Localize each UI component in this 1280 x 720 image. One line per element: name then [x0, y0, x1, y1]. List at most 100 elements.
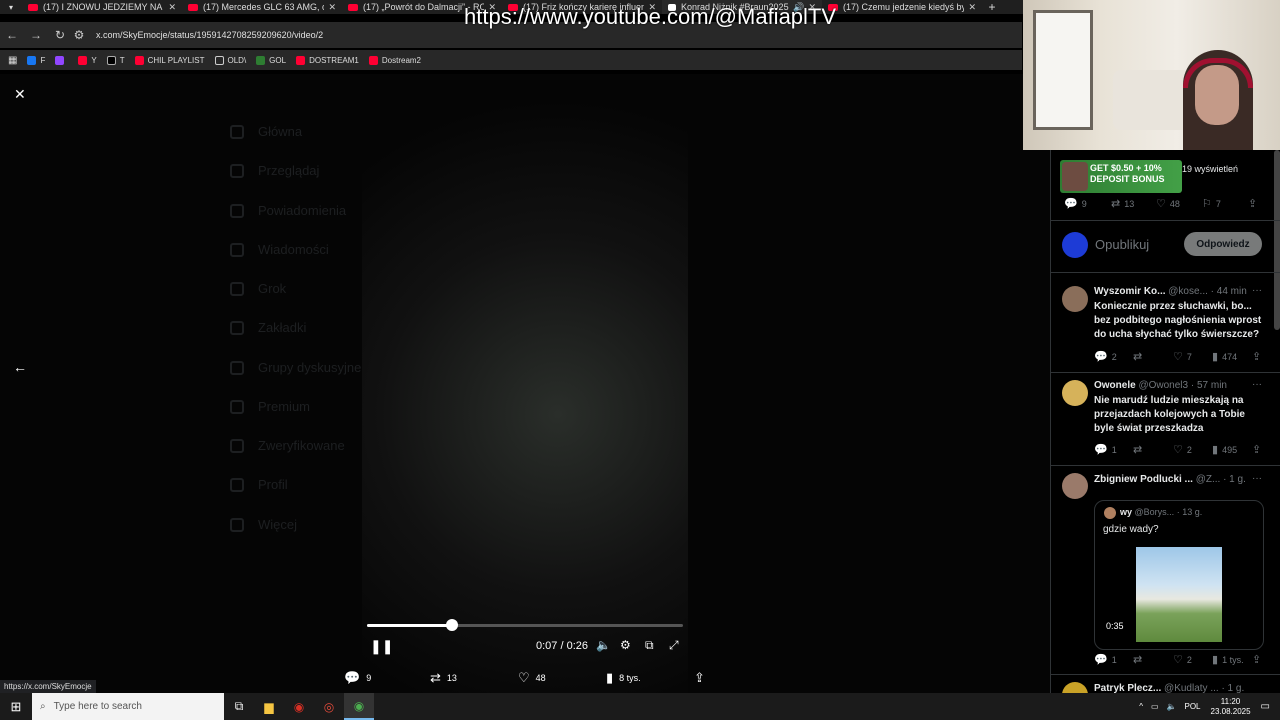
bookmark-item[interactable]: T	[106, 55, 125, 65]
url-input[interactable]: x.com/SkyEmocje/status/19591427082592096…	[96, 30, 323, 40]
language-indicator[interactable]: POL	[1184, 702, 1200, 711]
chrome-profile-icon[interactable]: ◉	[284, 693, 314, 720]
app-icon[interactable]: ◎	[314, 693, 344, 720]
avatar[interactable]	[1062, 232, 1088, 258]
reply-stat[interactable]: 💬 1	[1094, 443, 1117, 456]
bookmark-item[interactable]: Y	[78, 55, 97, 65]
share-stat[interactable]: ⇪	[1252, 653, 1265, 666]
close-tab-icon[interactable]: ✕	[168, 2, 176, 13]
avatar[interactable]	[1062, 286, 1088, 312]
seek-bar[interactable]	[367, 624, 683, 627]
volume-icon[interactable]: 🔈	[596, 638, 611, 652]
clock[interactable]: 11:20 23.08.2025	[1211, 697, 1251, 717]
close-tab-icon[interactable]: ✕	[968, 2, 976, 13]
nav-item-grok[interactable]: Grok	[230, 281, 286, 296]
notification-icon[interactable]: ▭	[1261, 701, 1270, 712]
reply-stat[interactable]: 💬 9	[1064, 197, 1087, 210]
taskbar-search-input[interactable]: ⌕ Type here to search	[32, 693, 224, 720]
reply-stat[interactable]: 💬 1	[1094, 653, 1117, 666]
share-button[interactable]: ⇪	[694, 670, 711, 686]
volume-icon[interactable]: 🔈	[1167, 702, 1177, 711]
heart-icon: ♡	[1173, 351, 1183, 363]
ad-banner[interactable]: GET $0.50 + 10% DEPOSIT BONUS	[1060, 160, 1182, 193]
browser-tab[interactable]: (17) I ZNOWU JEDZIEMY NA RE ✕	[22, 0, 182, 14]
bookmark-item[interactable]: DOSTREAM1	[296, 55, 359, 65]
browser-tab[interactable]: (17) Czemu jedzenie kiedyś było ✕	[822, 0, 982, 14]
settings-icon[interactable]: ⚙	[620, 638, 631, 652]
repost-stat[interactable]: ⇄	[1133, 653, 1146, 666]
nav-item-bookmarks[interactable]: Zakładki	[230, 320, 306, 335]
repost-stat[interactable]: ⇄ 13	[1111, 197, 1134, 210]
back-icon[interactable]: ←	[0, 28, 24, 42]
reply-submit-button[interactable]: Odpowiedz	[1184, 232, 1262, 256]
nav-item-communities[interactable]: Grupy dyskusyjne	[230, 360, 361, 375]
views-stat[interactable]: ▮ 1 tys.	[1212, 653, 1244, 666]
repost-count: 13	[446, 673, 457, 683]
back-arrow-icon[interactable]: ←	[13, 359, 27, 375]
video-frame[interactable]	[362, 74, 688, 693]
more-icon[interactable]: ···	[1252, 285, 1262, 296]
avatar[interactable]	[1062, 380, 1088, 406]
more-icon[interactable]: ···	[1252, 473, 1262, 484]
picture-in-picture-icon[interactable]: ⧉	[645, 638, 654, 653]
like-stat[interactable]: ♡ 48	[1156, 197, 1180, 210]
comment-author[interactable]: Owonele @Owonel3 · 57 min	[1094, 380, 1227, 391]
bookmark-item[interactable]: CHIL PLAYLIST	[134, 55, 205, 65]
reply-stat[interactable]: 💬 2	[1094, 350, 1117, 363]
nav-item-premium[interactable]: Premium	[230, 399, 310, 414]
site-info-icon[interactable]: ⚙	[72, 28, 86, 42]
bookmark-stat[interactable]: ⚐ 7	[1202, 197, 1221, 210]
browser-tab[interactable]: (17) Mercedes GLC 63 AMG, cz ✕	[182, 0, 342, 14]
nav-item-explore[interactable]: Przeglądaj	[230, 163, 319, 178]
video-duration: 0:35	[1106, 621, 1124, 631]
repost-button[interactable]: ⇄ 13	[430, 670, 457, 686]
reply-button[interactable]: 💬 9	[344, 670, 371, 686]
bookmark-item[interactable]: GOL	[256, 55, 286, 65]
comment-author[interactable]: Zbigniew Podlucki ... @Z... · 1 g.	[1094, 474, 1246, 485]
scrollbar[interactable]	[1274, 150, 1280, 330]
like-button[interactable]: ♡ 48	[518, 670, 546, 686]
file-explorer-icon[interactable]: ▆	[254, 693, 284, 720]
bookmark-item[interactable]: Dostream2	[368, 55, 421, 65]
pause-icon[interactable]: ❚❚	[370, 638, 393, 655]
apps-icon[interactable]: ▦	[8, 55, 17, 66]
close-icon[interactable]: ✕	[14, 86, 26, 103]
task-view-icon[interactable]: ⧉	[224, 693, 254, 720]
nav-item-messages[interactable]: Wiadomości	[230, 242, 329, 257]
tray-overflow-icon[interactable]: ^	[1139, 702, 1143, 711]
bookmark-item[interactable]: F	[27, 55, 45, 65]
forward-icon[interactable]: →	[24, 28, 48, 42]
reply-input[interactable]: Opublikuj	[1095, 237, 1149, 252]
network-icon[interactable]: ▭	[1151, 702, 1159, 711]
bookmark-item[interactable]	[55, 55, 68, 65]
reload-icon[interactable]: ↻	[48, 28, 72, 42]
like-stat[interactable]: ♡ 2	[1173, 443, 1192, 456]
chrome-icon[interactable]: ◉	[344, 693, 374, 720]
bookmark-folder[interactable]: OLD\	[214, 55, 246, 65]
nav-item-verified[interactable]: Zweryfikowane	[230, 438, 345, 453]
share-stat[interactable]: ⇪	[1248, 197, 1261, 210]
close-tab-icon[interactable]: ✕	[328, 2, 336, 13]
like-stat[interactable]: ♡ 7	[1173, 350, 1192, 363]
repost-stat[interactable]: ⇄	[1133, 443, 1146, 456]
quote-video-thumbnail[interactable]	[1136, 547, 1222, 642]
nav-item-notifications[interactable]: Powiadomienia	[230, 203, 346, 218]
nav-item-more[interactable]: Więcej	[230, 517, 297, 532]
repost-stat[interactable]: ⇄	[1133, 350, 1146, 363]
tab-search-icon[interactable]: ▾	[0, 0, 22, 14]
fullscreen-icon[interactable]: ⤢	[669, 638, 679, 653]
views-button[interactable]: ▮ 8 tys.	[606, 670, 641, 686]
avatar[interactable]	[1062, 473, 1088, 499]
more-icon[interactable]: ···	[1252, 379, 1262, 390]
views-stat[interactable]: ▮ 495	[1212, 443, 1237, 456]
share-stat[interactable]: ⇪	[1252, 443, 1265, 456]
comment-author[interactable]: Wyszomir Ko... @kose... · 44 min	[1094, 286, 1247, 297]
new-tab-button[interactable]: +	[982, 0, 1002, 14]
windows-start-icon[interactable]: ⊞	[0, 699, 32, 715]
nav-item-profile[interactable]: Profil	[230, 477, 288, 492]
nav-item-home[interactable]: Główna	[230, 124, 302, 139]
chart-icon: ▮	[1212, 351, 1219, 363]
like-stat[interactable]: ♡ 2	[1173, 653, 1192, 666]
share-stat[interactable]: ⇪	[1252, 350, 1265, 363]
views-stat[interactable]: ▮ 474	[1212, 350, 1237, 363]
